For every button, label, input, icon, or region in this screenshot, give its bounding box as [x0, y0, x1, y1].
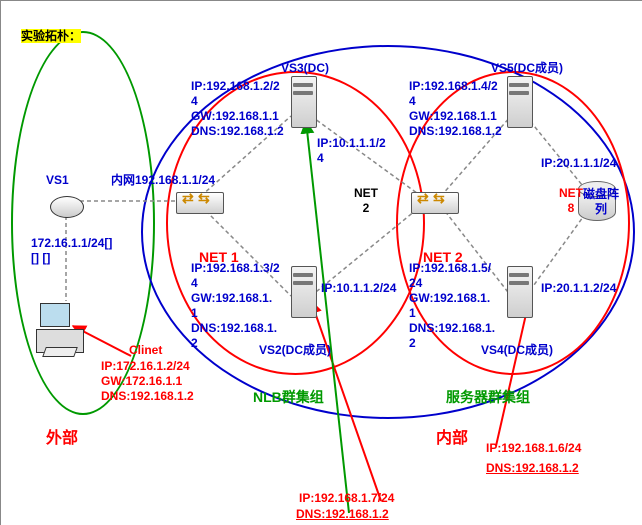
vs3-label: VS3(DC) [281, 61, 329, 76]
client-pc [36, 301, 86, 356]
server-vs3 [283, 71, 323, 131]
inner1-ip: IP:192.168.1.6/24 [486, 441, 581, 456]
server-vs5 [499, 71, 539, 131]
vs4-left-ip: IP:192.168.1.5/ 24 GW:192.168.1. 1 DNS:1… [409, 261, 495, 351]
switch-left: ⇄⇆ [176, 186, 222, 216]
server-vs4 [499, 261, 539, 321]
router-vs1 [46, 186, 86, 226]
vs3-right-ip: IP:10.1.1.1/2 4 [317, 136, 386, 166]
switch-mid: ⇄⇆ [411, 186, 457, 216]
vs4-right-ip: IP:20.1.1.2/24 [541, 281, 616, 296]
vs5-label: VS5(DC成员) [491, 61, 563, 76]
vs1-label: VS1 [46, 173, 69, 188]
vs2-right-ip: IP:10.1.1.2/24 [321, 281, 396, 296]
inner-zone-label: 内部 [436, 429, 468, 449]
vs3-left-ip: IP:192.168.1.2/2 4 GW:192.168.1.1 DNS:19… [191, 79, 284, 139]
diagram-canvas: { "title": "实验拓朴：", "zones": { "outer": … [0, 0, 642, 525]
vs5-right-ip: IP:20.1.1.1/24 [541, 156, 616, 171]
client-ip: IP:172.16.1.2/24 GW:172.16.1.1 DNS:192.1… [101, 359, 194, 404]
inner2-dns: DNS:192.168.1.2 [296, 507, 389, 522]
server-group-label: 服务器群集组 [446, 389, 530, 407]
server-vs2 [283, 261, 323, 321]
disk-label: 磁盘阵 列 [583, 187, 619, 217]
vs1-inside-ip: 内网192.168.1.1/24 [111, 173, 215, 188]
diagram-title: 实验拓朴： [21, 29, 81, 44]
vs5-left-ip: IP:192.168.1.4/2 4 GW:192.168.1.1 DNS:19… [409, 79, 502, 139]
net8-label: NET 8 [559, 186, 583, 216]
inner1-dns: DNS:192.168.1.2 [486, 461, 579, 476]
vs2-left-ip: IP:192.168.1.3/2 4 GW:192.168.1. 1 DNS:1… [191, 261, 280, 351]
net2-mid-label: NET 2 [354, 186, 378, 216]
outer-zone-label: 外部 [46, 429, 78, 449]
client-label: Clinet [129, 343, 162, 358]
vs1-outside-ip: 172.16.1.1/24[] [] [] [31, 236, 112, 266]
inner2-ip: IP:192.168.1.7/24 [299, 491, 394, 506]
nlb-group-label: NLB群集组 [253, 389, 324, 407]
